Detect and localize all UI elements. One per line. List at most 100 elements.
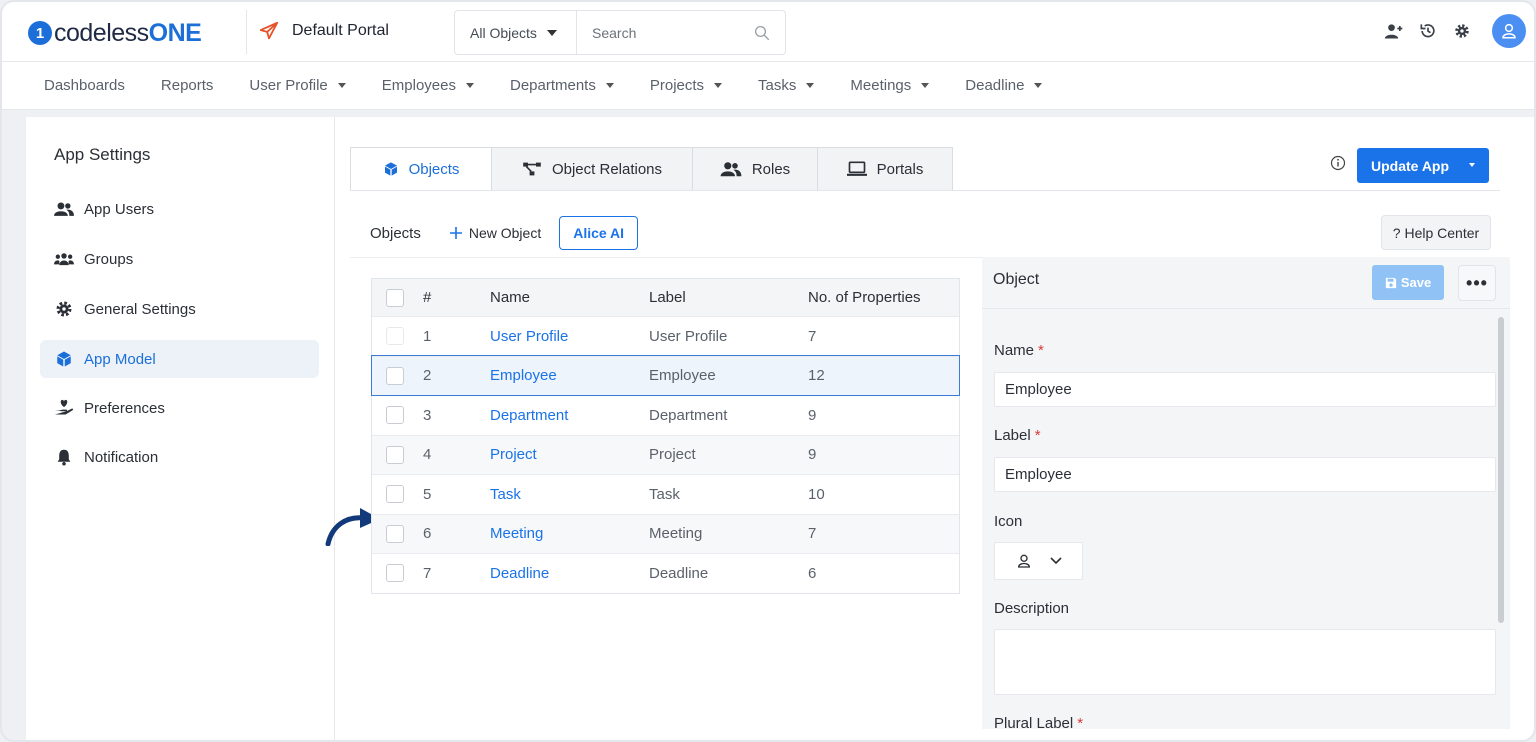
name-field[interactable]: Employee: [994, 372, 1496, 407]
tab-portals[interactable]: Portals: [818, 147, 953, 191]
table-row[interactable]: 5 Task Task 10: [372, 474, 959, 514]
portal-name: Default Portal: [292, 22, 389, 39]
nav-meetings[interactable]: Meetings: [832, 62, 947, 109]
update-app-button[interactable]: Update App: [1357, 148, 1489, 183]
description-field-label: Description: [994, 600, 1070, 617]
chevron-down-icon: [714, 83, 723, 88]
icon-picker[interactable]: [994, 542, 1083, 580]
object-name-link[interactable]: User Profile: [490, 328, 568, 345]
table-row-selected[interactable]: 2 Employee Employee 12: [371, 354, 960, 396]
objects-table-area: # Name Label No. of Properties 1 User Pr…: [325, 257, 982, 714]
paper-plane-icon: [259, 21, 279, 40]
info-icon[interactable]: [1330, 155, 1346, 171]
row-checkbox[interactable]: [386, 524, 404, 543]
label-field[interactable]: Employee: [994, 457, 1496, 492]
column-header-name[interactable]: Name: [490, 289, 530, 306]
description-textarea[interactable]: [994, 629, 1496, 695]
object-name-link[interactable]: Department: [490, 407, 568, 424]
row-checkbox[interactable]: [386, 327, 404, 346]
sidebar-item-preferences[interactable]: Preferences: [40, 389, 319, 427]
icon-field-label: Icon: [994, 513, 1023, 530]
object-name-link[interactable]: Deadline: [490, 565, 549, 582]
tab-roles[interactable]: Roles: [693, 147, 818, 191]
objects-toolbar: Objects New Object Alice AI: [370, 215, 639, 251]
floppy-disk-icon: [1385, 277, 1396, 288]
history-icon[interactable]: [1418, 21, 1438, 41]
main-nav: Dashboards Reports User Profile Employee…: [2, 62, 1534, 110]
cube-icon: [384, 162, 397, 176]
objects-table: # Name Label No. of Properties 1 User Pr…: [371, 278, 960, 594]
nav-reports[interactable]: Reports: [143, 62, 232, 109]
plural-label-field-label: Plural Label *: [994, 715, 1084, 732]
nav-dashboards[interactable]: Dashboards: [26, 62, 143, 109]
groups-icon: [54, 250, 74, 268]
table-row[interactable]: 4 Project Project 9: [372, 434, 959, 474]
select-all-checkbox[interactable]: [386, 288, 404, 307]
add-user-icon[interactable]: [1384, 21, 1404, 41]
app-model-content: Objects Object Relations Roles Portals U…: [325, 117, 1534, 740]
sidebar-item-app-users[interactable]: App Users: [40, 190, 319, 228]
global-search: All Objects Search: [454, 10, 786, 55]
sidebar-item-general-settings[interactable]: General Settings: [40, 290, 319, 328]
user-icon: [1017, 554, 1030, 568]
save-button[interactable]: Save: [1372, 265, 1444, 300]
users-icon: [54, 200, 74, 218]
table-row[interactable]: 3 Department Department 9: [372, 395, 959, 435]
panel-divider: [982, 308, 1510, 309]
row-checkbox[interactable]: [386, 366, 404, 385]
portal-switcher[interactable]: Default Portal: [258, 20, 389, 42]
chevron-down-icon: [605, 83, 614, 88]
nav-projects[interactable]: Projects: [632, 62, 740, 109]
row-checkbox[interactable]: [386, 485, 404, 504]
panel-title: Object: [993, 271, 1040, 288]
object-name-link[interactable]: Task: [490, 486, 521, 503]
chevron-down-icon: [465, 83, 474, 88]
object-name-link[interactable]: Meeting: [490, 525, 543, 542]
sidebar-item-groups[interactable]: Groups: [40, 240, 319, 278]
table-row[interactable]: 6 Meeting Meeting 7: [372, 513, 959, 553]
object-detail-panel: Object Save ••• Name * Employee Label * Em…: [982, 257, 1510, 732]
sidebar-item-notification[interactable]: Notification: [40, 438, 319, 476]
relations-icon: [523, 162, 541, 176]
search-input[interactable]: Search: [577, 25, 753, 41]
nav-tasks[interactable]: Tasks: [740, 62, 832, 109]
row-checkbox[interactable]: [386, 406, 404, 425]
new-object-button[interactable]: New Object: [449, 225, 541, 241]
nav-deadline[interactable]: Deadline: [947, 62, 1060, 109]
app-window: 1 codelessONE Default Portal All Objects…: [0, 0, 1536, 742]
alice-ai-button[interactable]: Alice AI: [559, 216, 639, 250]
object-name-link[interactable]: Project: [490, 446, 537, 463]
header-divider: [246, 10, 247, 54]
search-scope-dropdown[interactable]: All Objects: [455, 11, 577, 54]
row-checkbox[interactable]: [386, 564, 404, 583]
gear-icon[interactable]: [1452, 21, 1472, 41]
tab-object-relations[interactable]: Object Relations: [492, 147, 693, 191]
objects-label: Objects: [370, 224, 421, 242]
logo-mark: 1: [28, 21, 52, 45]
logo-text: codelessONE: [54, 18, 202, 47]
search-icon[interactable]: [753, 24, 771, 42]
nav-user-profile[interactable]: User Profile: [231, 62, 363, 109]
nav-employees[interactable]: Employees: [364, 62, 492, 109]
sidebar-item-app-model[interactable]: App Model: [40, 340, 319, 378]
table-row[interactable]: 1 User Profile User Profile 7: [372, 316, 959, 356]
gear-icon: [54, 300, 74, 318]
tab-bar: Objects Object Relations Roles Portals: [350, 147, 953, 191]
column-header-number[interactable]: #: [423, 289, 431, 306]
column-header-properties[interactable]: No. of Properties: [808, 289, 921, 306]
chevron-down-icon[interactable]: [1469, 163, 1475, 167]
column-header-label[interactable]: Label: [649, 289, 686, 306]
user-icon: [1502, 23, 1516, 39]
cube-icon: [54, 350, 74, 368]
more-options-button[interactable]: •••: [1458, 265, 1496, 301]
table-row[interactable]: 7 Deadline Deadline 6: [372, 553, 959, 593]
panel-scrollbar[interactable]: [1498, 317, 1504, 623]
help-center-button[interactable]: ? Help Center: [1381, 215, 1491, 250]
logo[interactable]: 1 codelessONE: [28, 18, 202, 48]
row-checkbox[interactable]: [386, 445, 404, 464]
table-header-row: # Name Label No. of Properties: [372, 279, 959, 316]
tab-objects[interactable]: Objects: [350, 147, 492, 191]
object-name-link[interactable]: Employee: [490, 367, 557, 384]
user-avatar[interactable]: [1492, 14, 1526, 48]
nav-departments[interactable]: Departments: [492, 62, 632, 109]
